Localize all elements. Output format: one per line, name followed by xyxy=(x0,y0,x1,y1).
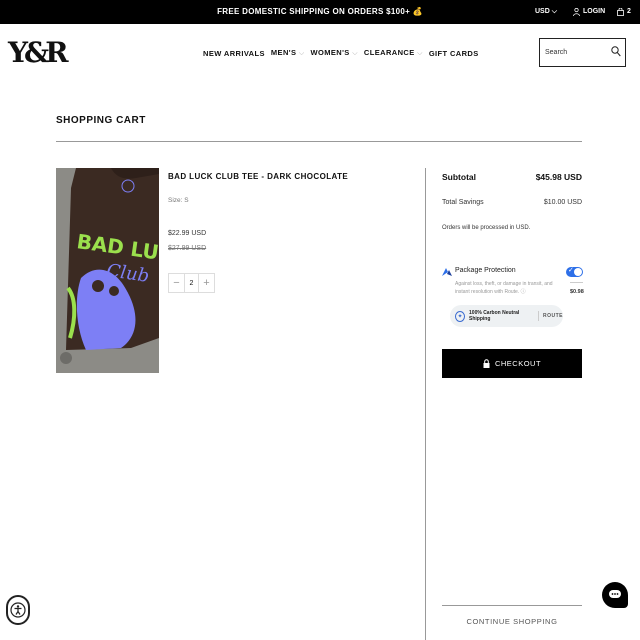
user-icon xyxy=(573,8,580,16)
money-bag-icon: 💰 xyxy=(412,7,423,16)
carbon-label: 100% Carbon Neutral Shipping xyxy=(469,310,520,322)
product-size: Size: S xyxy=(168,197,189,204)
chat-button[interactable] xyxy=(602,582,628,608)
product-compare-price: $27.99 USD xyxy=(168,245,207,252)
currency-selector[interactable]: USD ⌵ xyxy=(535,0,557,24)
quantity-stepper: − 2 + xyxy=(168,273,215,293)
bag-icon xyxy=(617,8,624,16)
increase-quantity-button[interactable]: + xyxy=(199,274,214,292)
search-placeholder: Search xyxy=(545,49,568,56)
announcement-bar: FREE DOMESTIC SHIPPING ON ORDERS $100+ 💰… xyxy=(0,0,640,24)
currency-note: Orders will be processed in USD. xyxy=(442,225,531,231)
route-label: ROUTE xyxy=(543,313,563,319)
divider xyxy=(56,141,582,142)
check-icon: ✓ xyxy=(568,267,574,274)
decrease-quantity-button[interactable]: − xyxy=(169,274,184,292)
package-protection-toggle[interactable]: ✓ xyxy=(566,267,583,277)
accessibility-icon xyxy=(10,602,26,618)
divider xyxy=(570,282,583,283)
savings-value: $10.00 USD xyxy=(543,199,582,206)
accessibility-button[interactable] xyxy=(6,595,30,625)
cart-count: 2 xyxy=(627,8,631,15)
nav-mens[interactable]: MEN'S ⌵ xyxy=(271,48,305,58)
package-protection-description: Against loss, theft, or damage in transi… xyxy=(455,281,553,295)
page-title: SHOPPING CART xyxy=(56,115,146,126)
continue-shopping-link[interactable]: CONTINUE SHOPPING xyxy=(442,617,582,626)
divider xyxy=(538,311,539,321)
search-icon[interactable] xyxy=(611,46,621,57)
nav-clearance[interactable]: CLEARANCE ⌵ xyxy=(364,48,423,58)
chevron-down-icon: ⌵ xyxy=(551,8,558,15)
leaf-icon: ✦ xyxy=(455,310,466,322)
divider xyxy=(442,605,582,606)
package-protection-title: Package Protection xyxy=(455,267,516,274)
route-logo-icon xyxy=(442,268,452,276)
nav-gift-cards[interactable]: GIFT CARDS xyxy=(429,49,479,58)
cart-link[interactable]: 2 xyxy=(617,0,631,24)
lock-icon xyxy=(483,359,490,368)
quantity-input[interactable]: 2 xyxy=(184,274,199,292)
chat-icon xyxy=(609,590,621,598)
product-price: $22.99 USD xyxy=(168,230,207,237)
main-nav: NEW ARRIVALS MEN'S ⌵ WOMEN'S ⌵ CLEARANCE… xyxy=(203,46,479,60)
savings-label: Total Savings xyxy=(442,199,484,206)
chevron-down-icon: ⌵ xyxy=(298,50,305,57)
info-icon[interactable]: ⓘ xyxy=(521,289,526,295)
checkout-label: CHECKOUT xyxy=(494,359,542,368)
login-link[interactable]: LOGIN xyxy=(573,0,605,24)
login-label: LOGIN xyxy=(583,8,606,15)
chevron-down-icon: ⌵ xyxy=(417,50,423,57)
chevron-down-icon: ⌵ xyxy=(352,50,358,57)
search-input[interactable]: Search xyxy=(539,38,626,67)
column-divider xyxy=(425,168,426,640)
package-protection-price: $0.98 xyxy=(570,289,584,295)
toggle-knob xyxy=(574,268,582,276)
product-image[interactable]: BAD LUCK Club xyxy=(56,168,159,373)
site-logo[interactable]: Y&R xyxy=(8,38,69,68)
nav-new-arrivals[interactable]: NEW ARRIVALS xyxy=(203,49,265,58)
subtotal-label: Subtotal xyxy=(442,172,476,182)
checkout-button[interactable]: CHECKOUT xyxy=(442,349,582,378)
product-title[interactable]: BAD LUCK CLUB TEE - DARK CHOCOLATE xyxy=(168,172,348,181)
product-photo: BAD LUCK Club xyxy=(56,168,159,373)
carbon-neutral-badge[interactable]: ✦ 100% Carbon Neutral Shipping ROUTE xyxy=(450,305,563,327)
subtotal-value: $45.98 USD xyxy=(535,172,582,182)
nav-womens[interactable]: WOMEN'S ⌵ xyxy=(311,48,358,58)
